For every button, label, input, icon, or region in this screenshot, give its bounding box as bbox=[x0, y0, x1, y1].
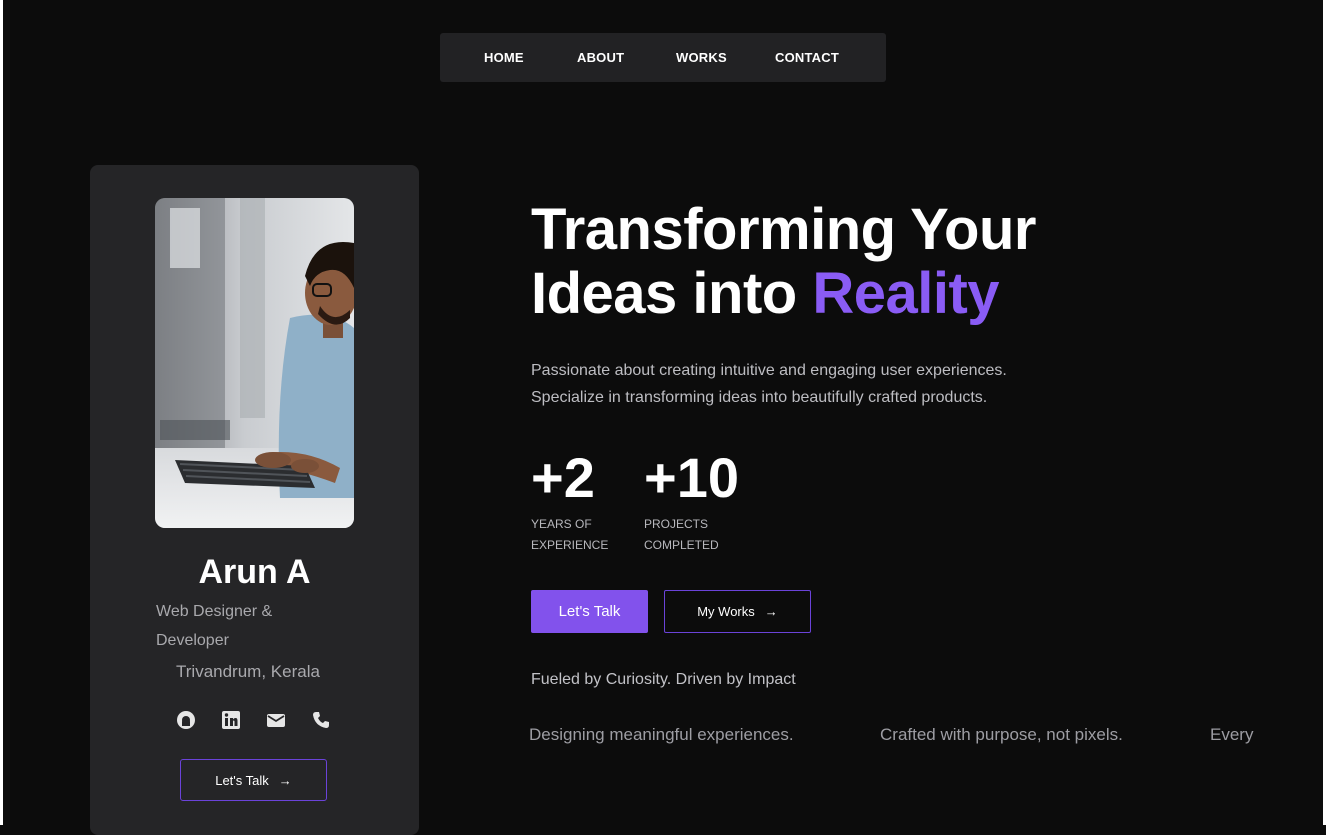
lets-talk-button[interactable]: Let's Talk bbox=[531, 590, 648, 633]
description-line-2: Specialize in transforming ideas into be… bbox=[531, 389, 988, 406]
arrow-right-icon: → bbox=[278, 772, 292, 788]
stat-label-line-2: EXPERIENCE bbox=[531, 538, 609, 552]
marquee-item: Every bbox=[1210, 725, 1254, 744]
phone-icon[interactable] bbox=[311, 710, 356, 730]
profile-lets-talk-label: Let's Talk bbox=[215, 772, 269, 788]
stat-label: PROJECTS COMPLETED bbox=[644, 514, 739, 556]
marquee-item: Crafted with purpose, not pixels. bbox=[880, 725, 1123, 744]
marquee-item: Designing meaningful experiences. bbox=[529, 725, 794, 744]
stat-label-line-1: YEARS OF bbox=[531, 517, 592, 531]
description-line-1: Passionate about creating intuitive and … bbox=[531, 362, 1007, 379]
social-links bbox=[176, 710, 356, 730]
nav-works-link[interactable]: WORKS bbox=[676, 50, 727, 65]
stat-label: YEARS OF EXPERIENCE bbox=[531, 514, 608, 556]
linkedin-icon[interactable] bbox=[221, 710, 266, 730]
arrow-right-icon: → bbox=[764, 604, 778, 619]
headline-accent: Reality bbox=[812, 261, 1000, 326]
hero-description: Passionate about creating intuitive and … bbox=[531, 357, 1131, 411]
frame-edge-left bbox=[0, 0, 3, 825]
profile-lets-talk-button[interactable]: Let's Talk → bbox=[180, 759, 327, 801]
headline-line-2-prefix: Ideas into bbox=[531, 261, 813, 326]
stat-value: +10 bbox=[644, 446, 739, 509]
nav-home-link[interactable]: HOME bbox=[484, 50, 524, 65]
profile-location: Trivandrum, Kerala bbox=[176, 662, 320, 681]
stat-value: +2 bbox=[531, 446, 595, 509]
github-icon[interactable] bbox=[176, 710, 221, 730]
profile-card: Arun A Web Designer & Developer Trivandr… bbox=[90, 165, 419, 835]
mail-icon[interactable] bbox=[266, 710, 311, 730]
stat-years-experience: +2 YEARS OF EXPERIENCE bbox=[531, 448, 608, 556]
profile-role: Web Designer & Developer bbox=[156, 603, 273, 649]
scrolling-marquee: Designing meaningful experiences. Crafte… bbox=[529, 725, 1326, 749]
nav-about-link[interactable]: ABOUT bbox=[577, 50, 624, 65]
tagline: Fueled by Curiosity. Driven by Impact bbox=[531, 671, 796, 688]
headline-line-1: Transforming Your bbox=[531, 197, 1036, 262]
profile-photo bbox=[155, 198, 354, 528]
top-navigation: HOME ABOUT WORKS CONTACT bbox=[440, 33, 886, 82]
my-works-button[interactable]: My Works → bbox=[664, 590, 811, 633]
stat-label-line-1: PROJECTS bbox=[644, 517, 709, 531]
stat-label-line-2: COMPLETED bbox=[644, 538, 719, 552]
profile-name: Arun A bbox=[198, 553, 311, 591]
hero-headline: Transforming Your Ideas into Reality bbox=[531, 198, 1036, 326]
stat-projects-completed: +10 PROJECTS COMPLETED bbox=[644, 448, 739, 556]
my-works-label: My Works bbox=[697, 604, 755, 619]
nav-contact-link[interactable]: CONTACT bbox=[775, 50, 839, 65]
